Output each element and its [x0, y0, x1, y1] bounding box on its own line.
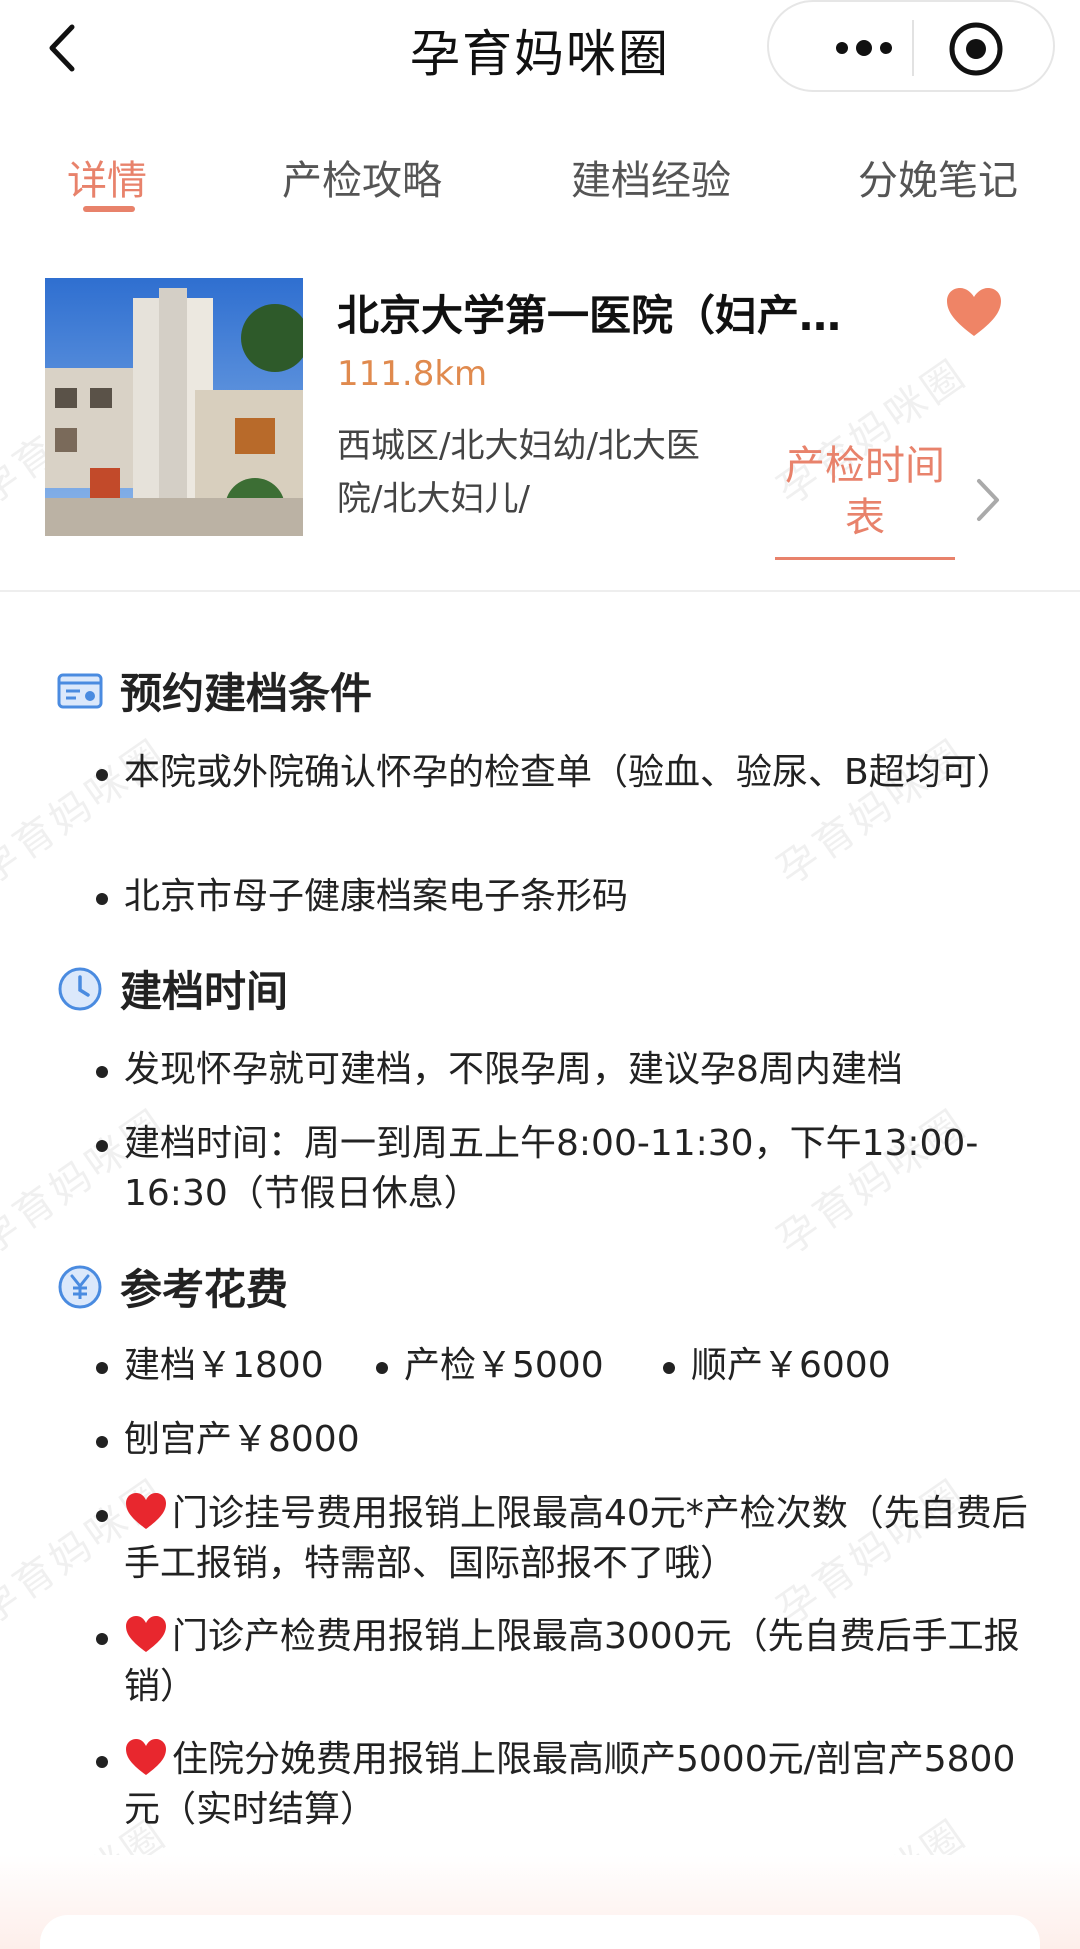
- list-item-text: 本院或外院确认怀孕的检查单（验血、验尿、B超均可）: [124, 752, 1013, 793]
- bullet-dot: [96, 769, 108, 781]
- bullet-dot: [96, 1510, 108, 1522]
- bullet-dot: [96, 1756, 108, 1768]
- list-item-text: 门诊挂号费用报销上限最高40元*产检次数（先自费后手工报销，特需部、国际部报不了…: [96, 1489, 1036, 1589]
- list-item: 建档时间：周一到周五上午8:00-11:30，下午13:00-16:30（节假日…: [96, 1119, 1036, 1219]
- hospital-name: 北京大学第一医院（妇产…: [337, 291, 842, 340]
- page: 孕育妈咪圈 孕育妈咪圈 孕育妈咪圈 孕育妈咪圈 孕育妈咪圈 孕育妈咪圈 孕育妈咪…: [0, 0, 1080, 1949]
- list-item: 北京市母子健康档案电子条形码: [96, 872, 1036, 922]
- favorite-button[interactable]: [945, 286, 1003, 338]
- section-cost-header: 参考花费: [56, 1256, 288, 1317]
- mini-program-capsule: [767, 0, 1055, 92]
- red-heart-icon: [126, 1493, 166, 1529]
- list-item: 发现怀孕就可建档，不限孕周，建议孕8周内建档: [96, 1045, 1036, 1095]
- section-title: 建档时间: [120, 967, 289, 1016]
- section-conditions-header: 预约建档条件: [56, 660, 372, 721]
- list-item-text: 住院分娩费用报销上限最高顺产5000元/剖宫产5800元（实时结算）: [96, 1735, 1036, 1835]
- list-item-text: 发现怀孕就可建档，不限孕周，建议孕8周内建档: [124, 1049, 903, 1090]
- more-dots-icon: [836, 40, 892, 56]
- bullet-dot: [663, 1362, 675, 1374]
- fee-text: 产检￥5000: [404, 1345, 604, 1386]
- list-item-text: 北京市母子健康档案电子条形码: [124, 876, 629, 917]
- bullet-dot: [96, 1633, 108, 1645]
- nav-bar: 孕育妈咪圈: [0, 0, 1080, 100]
- hospital-photo[interactable]: [45, 278, 303, 536]
- red-heart-icon: [126, 1739, 166, 1775]
- bullet-dot: [96, 1362, 108, 1374]
- fee-item: 产检￥5000: [376, 1341, 604, 1391]
- tab-bar: 详情 产检攻略 建档经验 分娩笔记: [0, 140, 1080, 220]
- bullet-dot: [96, 1140, 108, 1152]
- fee-text: 建档￥1800: [124, 1345, 324, 1386]
- target-circle-icon: [949, 22, 1003, 76]
- yen-icon: [58, 1265, 102, 1308]
- list-item: 本院或外院确认怀孕的检查单（验血、验尿、B超均可）: [96, 748, 1036, 798]
- next-card-edge: [40, 1915, 1040, 1949]
- bullet-dot: [96, 1066, 108, 1078]
- red-heart-icon: [126, 1616, 166, 1652]
- tab-active-indicator: [83, 206, 135, 212]
- divider: [0, 590, 1080, 592]
- list-item-text: 门诊产检费用报销上限最高3000元（先自费后手工报销）: [96, 1612, 1036, 1712]
- bullet-dot: [376, 1362, 388, 1374]
- document-card-icon: [57, 673, 103, 708]
- clock-icon: [58, 967, 102, 1010]
- section-time-header: 建档时间: [56, 958, 288, 1019]
- close-button[interactable]: [947, 20, 1005, 78]
- fee-text: 刨宫产￥8000: [124, 1419, 360, 1460]
- heart-icon: [947, 288, 1001, 336]
- capsule-divider: [912, 20, 914, 76]
- bullet-dot: [96, 893, 108, 905]
- fee-item: 建档￥1800: [96, 1341, 324, 1391]
- distance: 111.8km: [337, 354, 488, 394]
- checkup-schedule-button[interactable]: 产检时间表: [775, 440, 955, 560]
- tab-details[interactable]: 详情: [67, 148, 147, 206]
- fee-text: 顺产￥6000: [691, 1345, 891, 1386]
- reimburse-text: 门诊挂号费用报销上限最高40元*产检次数（先自费后手工报销，特需部、国际部报不了…: [124, 1493, 1028, 1584]
- list-item: 门诊产检费用报销上限最高3000元（先自费后手工报销）: [96, 1612, 1036, 1712]
- tab-checkup-guide[interactable]: 产检攻略: [282, 148, 442, 206]
- list-item: 门诊挂号费用报销上限最高40元*产检次数（先自费后手工报销，特需部、国际部报不了…: [96, 1489, 1036, 1589]
- section-title: 参考花费: [120, 1265, 289, 1314]
- tab-registration-experience[interactable]: 建档经验: [571, 148, 731, 206]
- fee-item: 顺产￥6000: [663, 1341, 891, 1391]
- more-button[interactable]: [809, 22, 919, 74]
- bullet-dot: [96, 1436, 108, 1448]
- section-title: 预约建档条件: [120, 669, 373, 718]
- list-item: 住院分娩费用报销上限最高顺产5000元/剖宫产5800元（实时结算）: [96, 1735, 1036, 1835]
- chevron-right-icon[interactable]: [973, 477, 1003, 523]
- reimburse-text: 住院分娩费用报销上限最高顺产5000元/剖宫产5800元（实时结算）: [124, 1739, 1016, 1830]
- tab-delivery-notes[interactable]: 分娩笔记: [858, 148, 1018, 206]
- reimburse-text: 门诊产检费用报销上限最高3000元（先自费后手工报销）: [124, 1616, 1020, 1707]
- hospital-tags: 西城区/北大妇幼/北大医院/北大妇儿/: [337, 426, 700, 519]
- fee-item: 刨宫产￥8000: [96, 1415, 360, 1465]
- list-item-text: 建档时间：周一到周五上午8:00-11:30，下午13:00-16:30（节假日…: [124, 1123, 979, 1214]
